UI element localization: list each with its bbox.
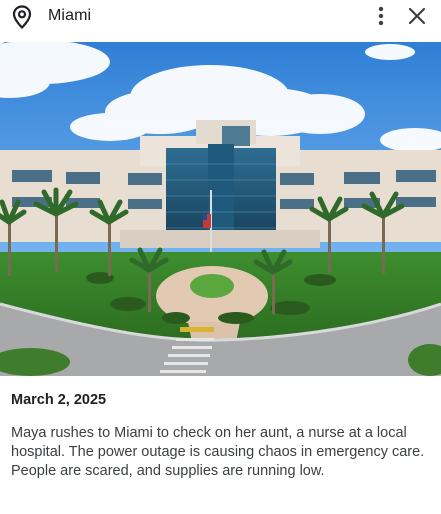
map-pin-icon [12, 5, 32, 30]
close-icon[interactable] [406, 5, 428, 27]
location-title: Miami [48, 7, 92, 24]
top-bar: Miami [0, 0, 441, 34]
entry-description: Maya rushes to Miami to check on her aun… [11, 425, 425, 479]
entry-date: March 2, 2025 [11, 392, 107, 408]
hospital-photo [0, 42, 441, 376]
more-vert-icon[interactable] [371, 5, 391, 27]
